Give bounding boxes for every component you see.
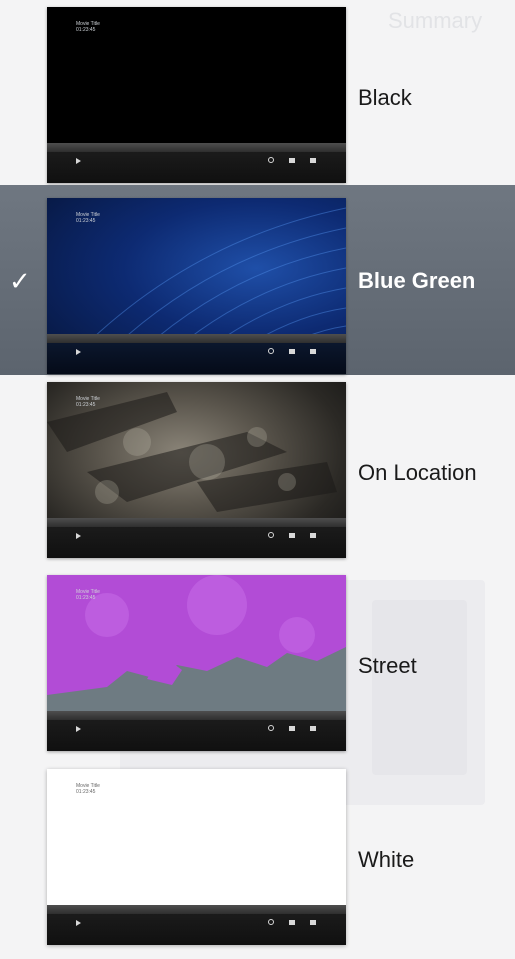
eye-icon xyxy=(268,157,274,163)
thumbnail-video-title: Movie Title 01:23:45 xyxy=(76,783,100,795)
eye-icon xyxy=(268,919,274,925)
play-icon xyxy=(76,158,81,164)
play-icon xyxy=(76,726,81,732)
theme-label-blue-green: Blue Green xyxy=(358,268,476,293)
theme-thumbnail-on-location: Movie Title 01:23:45 xyxy=(47,382,346,558)
fullscreen-icon xyxy=(310,349,316,354)
theme-label-white: White xyxy=(358,847,415,872)
theme-thumbnail-white: Movie Title 01:23:45 xyxy=(47,769,346,945)
theme-thumbnail-black: Movie Title 01:23:45 xyxy=(47,7,346,183)
thumbnail-control-bar xyxy=(47,143,346,183)
menu-icon xyxy=(289,726,295,731)
theme-label-street: Street xyxy=(358,653,417,678)
eye-icon xyxy=(268,348,274,354)
menu-icon xyxy=(289,158,295,163)
theme-label-black: Black xyxy=(358,85,412,110)
eye-icon xyxy=(268,532,274,538)
thumbnail-control-bar xyxy=(47,334,346,374)
theme-thumbnail-blue-green: Movie Title 01:23:45 xyxy=(47,198,346,374)
thumbnail-video-title: Movie Title 01:23:45 xyxy=(76,212,100,224)
checkmark-icon: ✓ xyxy=(9,267,31,297)
fullscreen-icon xyxy=(310,533,316,538)
theme-option-blue-green[interactable]: ✓ Movie Title 01:23:45 Blue Green xyxy=(0,185,515,375)
theme-label-on-location: On Location xyxy=(358,460,477,485)
menu-icon xyxy=(289,920,295,925)
menu-icon xyxy=(289,533,295,538)
fullscreen-icon xyxy=(310,158,316,163)
fullscreen-icon xyxy=(310,920,316,925)
thumbnail-control-bar xyxy=(47,711,346,751)
thumbnail-control-bar xyxy=(47,518,346,558)
eye-icon xyxy=(268,725,274,731)
thumbnail-video-title: Movie Title 01:23:45 xyxy=(76,396,100,408)
play-icon xyxy=(76,920,81,926)
theme-option-black[interactable]: Movie Title 01:23:45 Black xyxy=(0,7,515,197)
theme-option-on-location[interactable]: Movie Title 01:23:45 On Location xyxy=(0,382,515,572)
theme-thumbnail-street: Movie Title 01:23:45 xyxy=(47,575,346,751)
theme-option-street[interactable]: Movie Title 01:23:45 Street xyxy=(0,575,515,765)
play-icon xyxy=(76,533,81,539)
thumbnail-video-title: Movie Title 01:23:45 xyxy=(76,589,100,601)
theme-option-white[interactable]: Movie Title 01:23:45 White xyxy=(0,769,515,959)
fullscreen-icon xyxy=(310,726,316,731)
menu-icon xyxy=(289,349,295,354)
thumbnail-control-bar xyxy=(47,905,346,945)
thumbnail-video-title: Movie Title 01:23:45 xyxy=(76,21,100,33)
play-icon xyxy=(76,349,81,355)
